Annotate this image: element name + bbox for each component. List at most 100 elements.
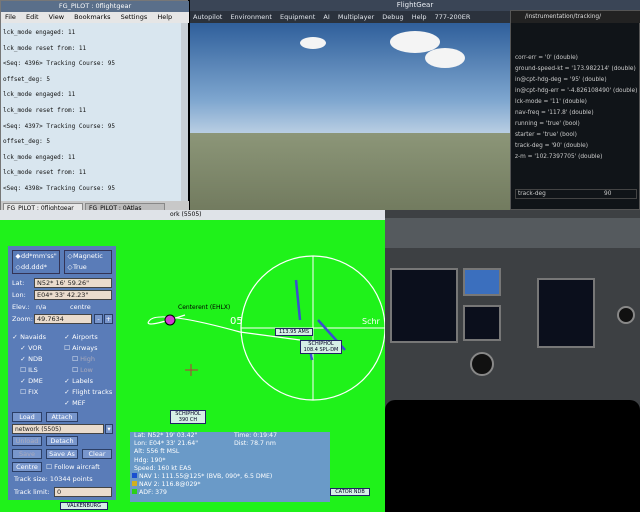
property-edit-field[interactable]: track-deg 90 — [515, 189, 637, 199]
property-item[interactable]: nav-freq = '117.8' (double) — [515, 108, 639, 119]
heading-magnetic[interactable]: ◇Magnetic — [65, 251, 111, 262]
menu-bookmarks[interactable]: Bookmarks — [74, 13, 110, 21]
heading-group: ◇Magnetic ◇True — [64, 250, 112, 274]
terminal-line: lck_mode engaged: 11 — [3, 91, 76, 99]
flight-info-panel: Lat: N52* 19' 03.42" Time: 0:19:47 Lon: E… — [130, 432, 330, 502]
layer-flight-tracks[interactable]: ✓ Flight tracks — [64, 387, 116, 398]
attitude-indicator — [463, 268, 501, 296]
heading-magnetic-label: Magnetic — [73, 252, 103, 260]
info-lat: Lat: N52* 19' 03.42" — [134, 432, 198, 439]
heading-display — [463, 305, 501, 341]
save-as-button[interactable]: Save As — [46, 449, 78, 459]
property-item[interactable]: corr-err = '0' (double) — [515, 53, 639, 64]
network-select[interactable]: network (5505) — [12, 424, 104, 434]
menu-aircraft[interactable]: 777-200ER — [435, 13, 471, 21]
zoom-field[interactable]: 49.7634 — [34, 314, 92, 324]
menu-ai[interactable]: AI — [323, 13, 329, 21]
lat-field[interactable]: N52* 16' 59.26" — [34, 278, 112, 288]
map-label-freq: 113.95 AMS — [275, 328, 313, 336]
lon-label: Lon: — [12, 291, 26, 299]
zoom-out-button[interactable]: - — [94, 314, 103, 324]
layer-ndb[interactable]: ✓ NDB — [12, 354, 62, 365]
terminal-line: offset_deg: 5 — [3, 138, 50, 146]
menu-file[interactable]: File — [5, 13, 16, 21]
check-icon: ✓ — [64, 333, 70, 341]
property-item[interactable]: ground-speed-kt = '173.982214' (double) — [515, 64, 639, 75]
nav1-text: NAV 1: 111.55@125* (BVB, 090*, 6.5 DME) — [139, 472, 273, 480]
centre-label: centre — [70, 303, 91, 311]
cloud — [300, 37, 326, 49]
track-size: Track size: 10344 points — [14, 475, 93, 483]
layer-vor[interactable]: ✓ VOR — [12, 343, 62, 354]
menu-help[interactable]: Help — [412, 13, 427, 21]
info-lon: Lon: E04* 33' 21.64" — [134, 440, 199, 448]
layer-labels[interactable]: ✓ Labels — [64, 376, 116, 387]
menu-autopilot[interactable]: Autopilot — [193, 13, 222, 21]
clock-gauge — [617, 306, 635, 324]
network-dropdown-icon[interactable]: ▾ — [105, 424, 113, 434]
follow-aircraft-toggle[interactable]: ☐ Follow aircraft — [46, 462, 100, 473]
menu-multiplayer[interactable]: Multiplayer — [338, 13, 374, 21]
format-dms[interactable]: ◆dd*mm'ss" — [13, 251, 59, 262]
property-item[interactable]: running = 'true' (bool) — [515, 119, 639, 130]
info-row: Lon: E04* 33' 21.64" Dist: 78.7 nm — [130, 440, 330, 448]
layer-dme-label: DME — [28, 377, 43, 385]
layer-mef-label: MEF — [72, 399, 86, 407]
terminal-scrollbar[interactable] — [181, 23, 188, 201]
format-decimal-label: dd.ddd* — [21, 263, 47, 271]
property-item[interactable]: lck-mode = '11' (double) — [515, 97, 639, 108]
unload-button[interactable]: Unload — [12, 436, 42, 446]
menu-edit[interactable]: Edit — [26, 13, 39, 21]
layers-left: ✓ Navaids ✓ VOR ✓ NDB ☐ ILS ✓ DME ☐ FIX — [12, 332, 62, 398]
format-decimal[interactable]: ◇dd.ddd* — [13, 262, 59, 273]
menu-help[interactable]: Help — [157, 13, 172, 21]
save-button[interactable]: Save — [12, 449, 42, 459]
layer-high[interactable]: ☐ High — [64, 354, 116, 365]
follow-aircraft-label: Follow aircraft — [54, 463, 100, 471]
zoom-label: Zoom: — [12, 315, 33, 323]
menu-settings[interactable]: Settings — [121, 13, 148, 21]
property-item[interactable]: in@cpt-hdg-err = '-4.826108490' (double) — [515, 86, 639, 97]
clear-button[interactable]: Clear — [82, 449, 112, 459]
terminal-line: <Seq: 4397> Tracking Course: 95 — [3, 122, 115, 130]
info-nav1: NAV 1: 111.55@125* (BVB, 090*, 6.5 DME) — [130, 472, 330, 481]
layer-ils[interactable]: ☐ ILS — [12, 365, 62, 376]
layer-mef[interactable]: ✓ MEF — [64, 398, 116, 409]
layer-fix[interactable]: ☐ FIX — [12, 387, 62, 398]
standby-gauge — [470, 352, 494, 376]
nav1-swatch — [132, 472, 137, 478]
load-button[interactable]: Load — [12, 412, 42, 422]
attach-button[interactable]: Attach — [46, 412, 78, 422]
zoom-in-button[interactable]: + — [104, 314, 113, 324]
centre-button[interactable]: Centre — [12, 462, 42, 472]
check-icon: ✓ — [20, 355, 26, 363]
check-icon: ✓ — [12, 333, 18, 341]
property-item[interactable]: track-deg = '90' (double) — [515, 141, 639, 152]
lon-field[interactable]: E04* 33' 42.23" — [34, 290, 112, 300]
property-edit-value: 90 — [604, 191, 612, 197]
property-item[interactable]: starter = 'true' (bool) — [515, 130, 639, 141]
terminal-line: lck_mode reset from: 11 — [3, 44, 87, 52]
detach-button[interactable]: Detach — [46, 436, 78, 446]
property-item[interactable]: z-m = '102.7397705' (double) — [515, 152, 639, 163]
elev-value: n/a — [36, 303, 47, 311]
menu-view[interactable]: View — [49, 13, 64, 21]
menu-environment[interactable]: Environment — [230, 13, 272, 21]
layers-right: ✓ Airports ☐ Airways ☐ High ☐ Low ✓ Labe… — [64, 332, 116, 409]
heading-true-label: True — [73, 263, 87, 271]
info-nav2: NAV 2: 116.8@029* — [130, 481, 330, 489]
layer-low[interactable]: ☐ Low — [64, 365, 116, 376]
layer-labels-label: Labels — [72, 377, 93, 385]
layer-airways[interactable]: ☐ Airways — [64, 343, 116, 354]
menu-debug[interactable]: Debug — [382, 13, 403, 21]
layer-airports[interactable]: ✓ Airports — [64, 332, 116, 343]
layer-navaids[interactable]: ✓ Navaids — [12, 332, 62, 343]
nav-display-right — [537, 278, 595, 348]
heading-true[interactable]: ◇True — [65, 262, 111, 273]
terminal-line: lck_mode reset from: 11 — [3, 169, 87, 177]
terminal-output[interactable]: lck_mode engaged: 11 lck_mode reset from… — [3, 25, 179, 201]
layer-dme[interactable]: ✓ DME — [12, 376, 62, 387]
property-item[interactable]: in@cpt-hdg-deg = '95' (double) — [515, 75, 639, 86]
menu-equipment[interactable]: Equipment — [280, 13, 315, 21]
track-limit-field[interactable]: 0 — [54, 487, 112, 497]
